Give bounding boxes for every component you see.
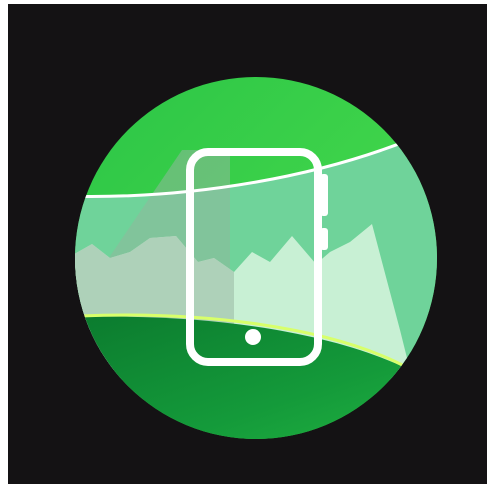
phone-side-button-bottom: [320, 228, 328, 250]
phone-landscape-icon: [75, 77, 437, 439]
image-frame: [0, 0, 496, 498]
phone-home-button: [245, 329, 261, 345]
phone-side-button-top: [320, 174, 328, 216]
